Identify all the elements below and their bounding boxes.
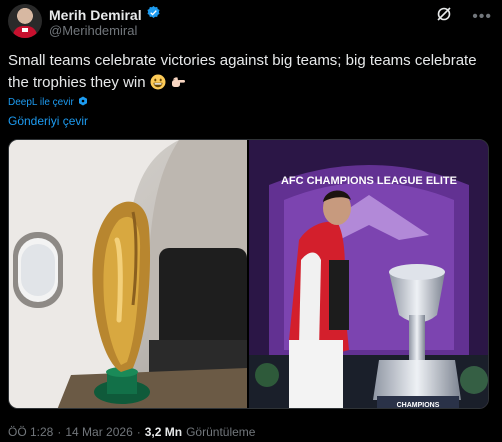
afc-banner-text: AFC CHAMPIONS LEAGUE ELITE	[281, 175, 457, 187]
tweet-body: Small teams celebrate victories against …	[8, 52, 477, 91]
pointing-hand-icon	[170, 74, 186, 91]
tweet-meta: ÖÖ 1:28 · 14 Mar 2026 · 3,2 Mn Görüntüle…	[8, 425, 255, 439]
author-row: Merih Demiral	[49, 5, 161, 25]
meta-separator: ·	[136, 425, 141, 439]
more-options-icon[interactable]: •••	[472, 8, 492, 24]
trophy-photo-airplane[interactable]	[9, 140, 247, 408]
display-name[interactable]: Merih Demiral	[49, 7, 142, 23]
views-count: 3,2 Mn	[144, 425, 183, 439]
grok-icon[interactable]	[436, 6, 452, 27]
trophy-photo-ceremony[interactable]: AFC CHAMPIONS LEAGUE ELITE CHAMPIONS	[249, 140, 488, 409]
translate-post-link[interactable]: Gönderiyi çevir	[8, 114, 88, 128]
tweet-actions-top: •••	[436, 6, 492, 27]
deepl-label[interactable]: DeepL ile çevir	[8, 97, 74, 108]
media-grid: AFC CHAMPIONS LEAGUE ELITE CHAMPIONS	[8, 139, 489, 409]
tweet-date[interactable]: 14 Mar 2026	[65, 425, 132, 439]
deepl-translate[interactable]: DeepL ile çevir	[8, 96, 88, 109]
trophy-plate-text: CHAMPIONS	[397, 402, 440, 409]
meta-separator: ·	[57, 425, 62, 439]
handle[interactable]: @Merihdemiral	[49, 23, 137, 38]
grinning-face-icon	[150, 74, 170, 91]
verified-badge-icon	[146, 5, 161, 25]
avatar[interactable]	[8, 4, 42, 38]
deepl-icon	[78, 96, 88, 109]
views-label: Görüntüleme	[186, 425, 256, 439]
tweet-text: Small teams celebrate victories against …	[8, 50, 488, 94]
tweet-time[interactable]: ÖÖ 1:28	[8, 425, 53, 439]
